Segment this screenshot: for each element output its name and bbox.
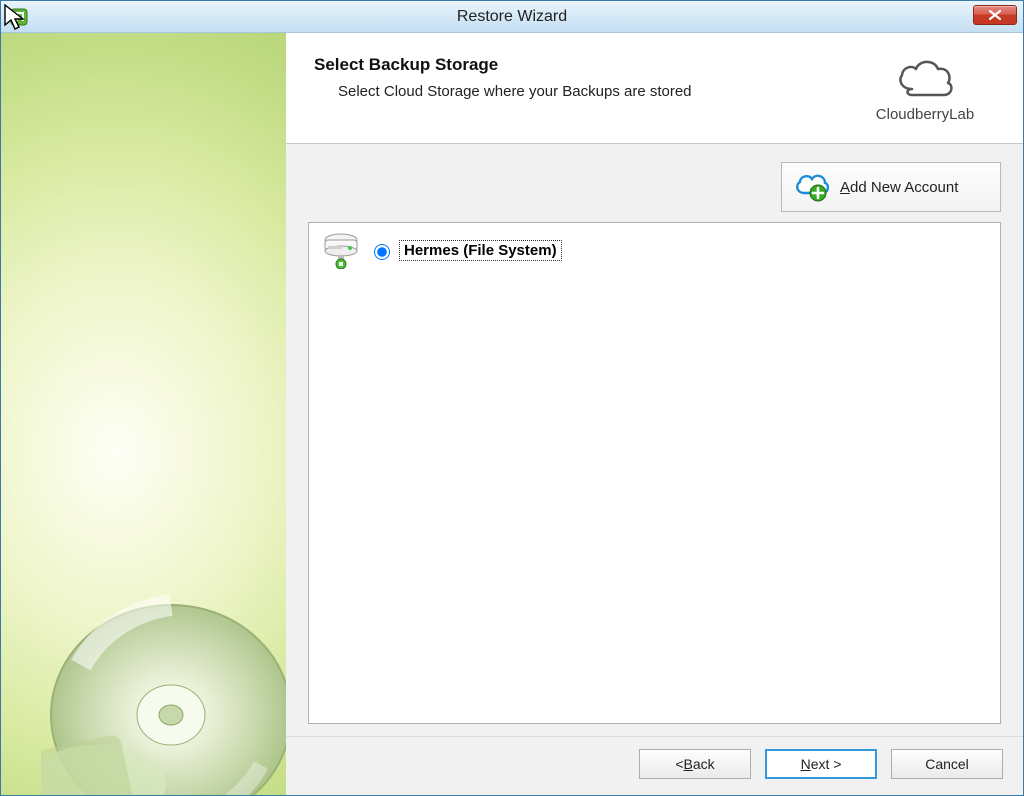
storage-label-hermes[interactable]: Hermes (File System) (399, 240, 562, 261)
add-new-account-button[interactable]: Add New Account (781, 162, 1001, 212)
wizard-footer: < Back Next > Cancel (286, 736, 1023, 795)
add-account-label: Add New Account (840, 179, 958, 196)
app-icon (9, 7, 29, 27)
cloud-add-icon (792, 171, 830, 203)
page-subtitle: Select Cloud Storage where your Backups … (338, 83, 855, 100)
restore-wizard-window: Restore Wizard (0, 0, 1024, 796)
next-button[interactable]: Next > (765, 749, 877, 779)
drive-network-icon (319, 231, 363, 269)
middle-area: Add New Account (286, 144, 1023, 736)
storage-list[interactable]: Hermes (File System) (308, 222, 1001, 724)
add-account-row: Add New Account (308, 162, 1001, 212)
brand-block: CloudberryLab (855, 55, 995, 123)
window-title: Restore Wizard (1, 8, 1023, 26)
titlebar: Restore Wizard (1, 1, 1023, 33)
storage-radio-hermes[interactable] (374, 244, 390, 260)
body: Select Backup Storage Select Cloud Stora… (1, 33, 1023, 795)
back-button[interactable]: < Back (639, 749, 751, 779)
cloud-logo-icon (894, 55, 956, 101)
cd-illustration (41, 575, 286, 795)
storage-item-hermes[interactable]: Hermes (File System) (319, 231, 990, 269)
cancel-button[interactable]: Cancel (891, 749, 1003, 779)
wizard-content: Select Backup Storage Select Cloud Stora… (286, 33, 1023, 795)
close-button[interactable] (973, 5, 1017, 25)
header-text: Select Backup Storage Select Cloud Stora… (314, 55, 855, 100)
header-panel: Select Backup Storage Select Cloud Stora… (286, 33, 1023, 144)
page-title: Select Backup Storage (314, 55, 855, 75)
brand-name: CloudberryLab (855, 106, 995, 123)
wizard-sidebar (1, 33, 286, 795)
